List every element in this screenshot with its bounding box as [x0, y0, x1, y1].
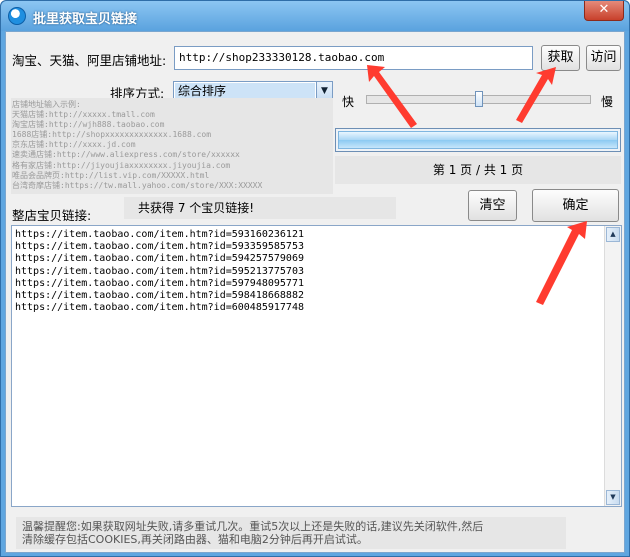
- example-line: 格有家店铺:http://jiyoujiaxxxxxxxx.jiyoujia.c…: [12, 160, 231, 170]
- links-textarea[interactable]: https://item.taobao.com/item.htm?id=5931…: [11, 225, 622, 507]
- list-item: https://item.taobao.com/item.htm?id=5952…: [15, 265, 304, 277]
- speed-fast-label: 快: [342, 95, 355, 109]
- example-line: 店铺地址输入示例:: [12, 100, 81, 109]
- window-title: 批里获取宝贝链接: [33, 12, 138, 27]
- app-logo-icon: [8, 7, 26, 25]
- clear-button[interactable]: 清空: [468, 190, 517, 221]
- example-line: 速卖通店铺:http://www.aliexpress.com/store/xx…: [12, 150, 240, 160]
- app-window: 批里获取宝贝链接 ✕ 淘宝、天猫、阿里店铺地址: http://shop2333…: [0, 0, 630, 557]
- list-item: https://item.taobao.com/item.htm?id=5984…: [15, 290, 304, 302]
- list-item: https://item.taobao.com/item.htm?id=5931…: [15, 229, 304, 240]
- fetch-button[interactable]: 获取: [541, 45, 580, 71]
- example-line: 淘宝店铺:http://wjh888.taobao.com: [12, 120, 165, 130]
- scroll-down-icon[interactable]: ▼: [606, 490, 620, 505]
- visit-button[interactable]: 访问: [586, 45, 621, 71]
- sort-selected-value: 综合排序: [175, 83, 315, 99]
- progress-bar: [335, 128, 621, 152]
- tip-line: 清除缓存包括COOKIES,再关闭路由器、猫和电脑2分钟后再开启试试。: [22, 533, 368, 546]
- close-button[interactable]: ✕: [584, 1, 624, 21]
- main-panel: 淘宝、天猫、阿里店铺地址: http://shop233330128.taoba…: [5, 31, 625, 553]
- speed-slow-label: 慢: [601, 95, 614, 109]
- list-item: https://item.taobao.com/item.htm?id=5933…: [15, 241, 304, 253]
- title-bar[interactable]: 批里获取宝贝链接 ✕: [1, 1, 629, 31]
- list-item: https://item.taobao.com/item.htm?id=5979…: [15, 277, 304, 289]
- vertical-scrollbar[interactable]: ▲ ▼: [604, 226, 621, 506]
- list-item: https://item.taobao.com/item.htm?id=5942…: [15, 253, 304, 265]
- example-line: 京东店铺:http://xxxx.jd.com: [12, 140, 136, 150]
- shop-url-label: 淘宝、天猫、阿里店铺地址:: [12, 53, 167, 68]
- list-item: https://item.taobao.com/item.htm?id=6004…: [15, 302, 304, 314]
- confirm-button[interactable]: 确定: [532, 189, 619, 222]
- example-line: 1688店铺:http://shopxxxxxxxxxxxxx.1688.com: [12, 130, 212, 140]
- example-line: 唯品会品牌页:http://list.vip.com/XXXXX.html: [12, 170, 210, 180]
- url-examples: 店铺地址输入示例: 天猫店铺:http://xxxxx.tmall.com 淘宝…: [11, 98, 333, 194]
- links-list: https://item.taobao.com/item.htm?id=5931…: [15, 229, 600, 314]
- speed-slider-thumb[interactable]: [475, 91, 483, 107]
- pagination-info: 第 1 页 / 共 1 页: [335, 156, 621, 184]
- example-line: 天猫店铺:http://xxxxx.tmall.com: [12, 110, 155, 120]
- example-line: 台湾奇摩店铺:https://tw.mall.yahoo.com/store/X…: [12, 180, 263, 190]
- tip-text: 温馨提醒您:如果获取网址失败,请多重试几次。重试5次以上还是失败的话,建议先关闭…: [16, 517, 566, 549]
- progress-fill: [338, 131, 618, 149]
- scroll-up-icon[interactable]: ▲: [606, 227, 620, 242]
- result-label: 整店宝贝链接:: [12, 208, 92, 223]
- shop-url-input[interactable]: http://shop233330128.taobao.com: [174, 46, 533, 70]
- tip-line: 温馨提醒您:如果获取网址失败,请多重试几次。重试5次以上还是失败的话,建议先关闭…: [22, 520, 484, 533]
- result-status: 共获得 7 个宝贝链接!: [124, 197, 396, 219]
